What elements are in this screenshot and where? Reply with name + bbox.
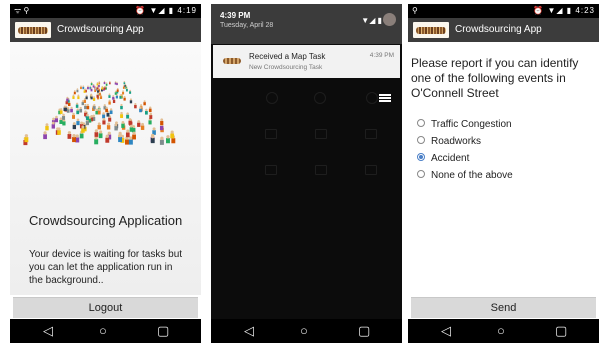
notification-title: Received a Map Task <box>249 52 326 61</box>
status-message: Your device is waiting for tasks but you… <box>29 249 183 286</box>
shade-date: Tuesday, April 28 <box>220 22 274 29</box>
phone-screen-idle: ᯤ ⚲ ⏰ ▼◢ ▮ 4:19 Crowdsourcing App Crowds… <box>10 4 201 343</box>
radio-option-selected[interactable]: Accident <box>417 152 469 166</box>
phone-screen-notification: 4:39 PM Tuesday, April 28 ▼◢ ▮ Received … <box>211 4 402 343</box>
home-icon[interactable]: ○ <box>99 319 107 343</box>
status-bar: ᯤ ⚲ ⏰ ▼◢ ▮ 4:19 <box>10 4 201 18</box>
crowd-illustration <box>23 80 176 146</box>
task-content: Please report if you can identify one of… <box>408 42 599 295</box>
dimmed-app-icon <box>315 165 327 175</box>
status-time: 4:23 <box>575 6 595 15</box>
notification-time: 4:39 PM <box>369 52 394 59</box>
home-icon[interactable]: ○ <box>497 319 505 343</box>
dimmed-app-icon <box>365 165 377 175</box>
send-button[interactable]: Send <box>411 297 596 318</box>
dimmed-app-icon <box>366 92 378 104</box>
app-title: Crowdsourcing App <box>57 24 144 35</box>
system-icons: ⏰ ▼◢ ▮ <box>533 6 573 15</box>
shade-time: 4:39 PM <box>220 11 251 20</box>
dimmed-app-icon <box>265 129 277 139</box>
home-icon[interactable]: ○ <box>300 319 308 343</box>
radio-option[interactable]: None of the above <box>417 169 513 183</box>
avatar[interactable] <box>383 13 396 26</box>
page-title: Crowdsourcing Application <box>29 213 183 228</box>
radio-button-icon[interactable] <box>417 170 425 179</box>
dimmed-app-icon <box>314 92 326 104</box>
app-bar: Crowdsourcing App <box>408 18 599 42</box>
back-icon[interactable]: ◁ <box>244 319 254 343</box>
notification-card[interactable]: Received a Map Task New Crowdsourcing Ta… <box>213 45 400 78</box>
option-label: Accident <box>431 153 470 164</box>
app-bar: Crowdsourcing App <box>10 18 201 42</box>
app-notification-icon <box>223 58 241 64</box>
back-icon[interactable]: ◁ <box>43 319 53 343</box>
navigation-bar: ◁ ○ ▢ <box>10 319 201 343</box>
notification-icons: ᯤ ⚲ <box>14 6 30 15</box>
recent-apps-icon[interactable]: ▢ <box>157 319 169 343</box>
radio-button-icon[interactable] <box>417 136 425 145</box>
navigation-bar: ◁ ○ ▢ <box>211 319 402 343</box>
task-question: Please report if you can identify one of… <box>411 56 579 100</box>
app-title: Crowdsourcing App <box>455 24 542 35</box>
option-label: Traffic Congestion <box>431 119 512 130</box>
signal-battery-icon: ▼◢ ▮ <box>361 16 382 25</box>
back-icon[interactable]: ◁ <box>441 319 451 343</box>
dimmed-app-icon <box>266 92 278 104</box>
dimmed-app-icon <box>365 129 377 139</box>
dimmed-app-icon <box>265 165 277 175</box>
radio-button-icon[interactable] <box>417 119 425 128</box>
app-logo-icon <box>15 22 51 38</box>
menu-icon <box>379 94 391 102</box>
logout-button[interactable]: Logout <box>13 297 198 318</box>
recent-apps-icon[interactable]: ▢ <box>555 319 567 343</box>
notification-subtitle: New Crowdsourcing Task <box>249 64 323 71</box>
app-logo-icon <box>413 22 449 38</box>
radio-button-selected-icon[interactable] <box>417 153 425 162</box>
notification-shade-header: 4:39 PM Tuesday, April 28 ▼◢ ▮ <box>211 4 402 44</box>
radio-option[interactable]: Roadworks <box>417 135 481 149</box>
recent-apps-icon[interactable]: ▢ <box>358 319 370 343</box>
dimmed-app-icon <box>315 129 327 139</box>
navigation-bar: ◁ ○ ▢ <box>408 319 599 343</box>
main-content: Crowdsourcing Application Your device is… <box>10 42 201 295</box>
option-label: None of the above <box>431 170 513 181</box>
radio-option[interactable]: Traffic Congestion <box>417 118 512 132</box>
phone-screen-task: ⚲ ⏰ ▼◢ ▮ 4:23 Crowdsourcing App Please r… <box>408 4 599 343</box>
notification-icons: ⚲ <box>412 6 418 15</box>
option-label: Roadworks <box>431 136 482 147</box>
system-icons: ⏰ ▼◢ ▮ <box>135 6 175 15</box>
status-time: 4:19 <box>177 6 197 15</box>
status-bar: ⚲ ⏰ ▼◢ ▮ 4:23 <box>408 4 599 18</box>
